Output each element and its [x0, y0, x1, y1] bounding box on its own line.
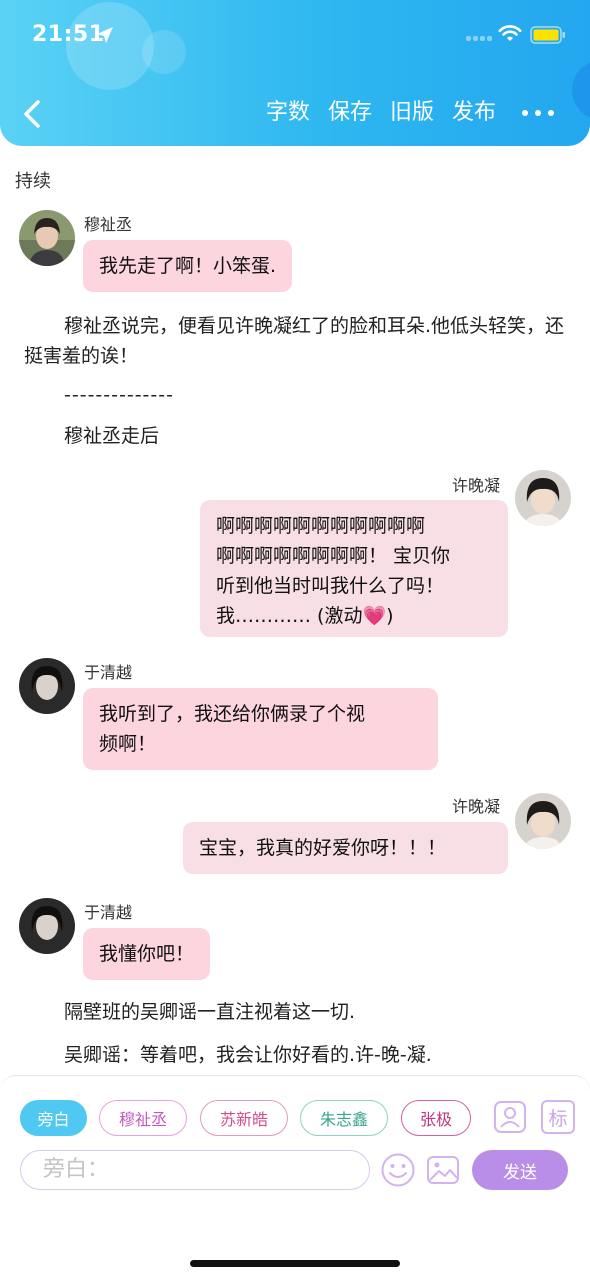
message-bubble[interactable]: 啊啊啊啊啊啊啊啊啊啊啊 啊啊啊啊啊啊啊啊！ 宝贝你 听到他当时叫我什么了吗！ 我… [200, 500, 508, 637]
avatar[interactable] [515, 793, 571, 849]
word-count-button[interactable]: 字数 [266, 98, 310, 128]
avatar[interactable] [19, 210, 75, 266]
story-subtitle: 持续 [15, 171, 51, 192]
tag-button[interactable]: 标 [541, 1100, 575, 1134]
avatar[interactable] [515, 470, 571, 526]
chip-character[interactable]: 朱志鑫 [300, 1100, 388, 1136]
message-line: 啊啊啊啊啊啊啊啊啊啊啊 [216, 515, 426, 537]
narration-text: 吴卿谣：等着吧，我会让你好看的.许-晚-凝. [64, 1044, 432, 1066]
character-card-icon[interactable] [493, 1100, 527, 1134]
message-bubble[interactable]: 我先走了啊！小笨蛋. [83, 240, 293, 292]
location-arrow-icon [97, 27, 113, 43]
emoji-icon[interactable] [380, 1152, 416, 1188]
message-line: 啊啊啊啊啊啊啊啊！ 宝贝你 [216, 545, 451, 567]
battery-icon [530, 26, 565, 44]
narration-text: 隔壁班的吴卿谣一直注视着这一切. [64, 1001, 356, 1023]
top-bar: 21:51 字数 保存 旧版 发布 [0, 0, 590, 146]
status-time: 21:51 [32, 22, 105, 47]
chip-character[interactable]: 穆祉丞 [99, 1100, 187, 1136]
avatar[interactable] [19, 898, 75, 954]
speaker-name: 许晚凝 [452, 476, 501, 495]
header-actions: 字数 保存 旧版 发布 [248, 98, 590, 128]
message-bubble[interactable]: 宝宝，我真的好爱你呀！！！ [183, 822, 508, 874]
speaker-name: 穆祉丞 [84, 215, 133, 234]
more-options-icon[interactable] [522, 98, 554, 128]
message-bubble[interactable]: 我听到了，我还给你俩录了个视 频啊！ [83, 688, 438, 770]
publish-button[interactable]: 发布 [452, 98, 496, 128]
narration-input[interactable]: 旁白： [20, 1150, 370, 1190]
chip-character[interactable]: 苏新皓 [200, 1100, 288, 1136]
chip-narration[interactable]: 旁白 [20, 1100, 87, 1136]
speaker-name: 于清越 [84, 903, 133, 922]
back-chevron-icon[interactable] [18, 96, 46, 132]
narration-text: 穆祉丞走后 [64, 425, 160, 447]
chip-character[interactable]: 张极 [401, 1100, 471, 1136]
home-indicator [190, 1260, 400, 1267]
decorative-bubble [142, 30, 186, 74]
message-line: 听到他当时叫我什么了吗！ [216, 575, 445, 597]
speaker-name: 许晚凝 [452, 797, 501, 816]
old-version-button[interactable]: 旧版 [390, 98, 434, 128]
divider-text: -------------- [64, 384, 174, 406]
image-icon[interactable] [425, 1152, 461, 1188]
avatar[interactable] [19, 658, 75, 714]
wifi-icon [498, 25, 522, 41]
narration-text: 穆祉丞说完，便看见许晚凝红了的脸和耳朵.他低头轻笑，还挺害羞的诶！ [24, 315, 565, 367]
message-line: 频啊！ [99, 733, 157, 755]
send-button[interactable]: 发送 [472, 1150, 568, 1190]
speaker-name: 于清越 [84, 663, 133, 682]
message-line: 我听到了，我还给你俩录了个视 [99, 703, 366, 725]
save-button[interactable]: 保存 [328, 98, 372, 128]
message-line: 我………… (激动💗) [216, 605, 394, 627]
message-bubble[interactable]: 我懂你吧！ [83, 928, 211, 980]
cellular-signal-icon [466, 36, 492, 41]
